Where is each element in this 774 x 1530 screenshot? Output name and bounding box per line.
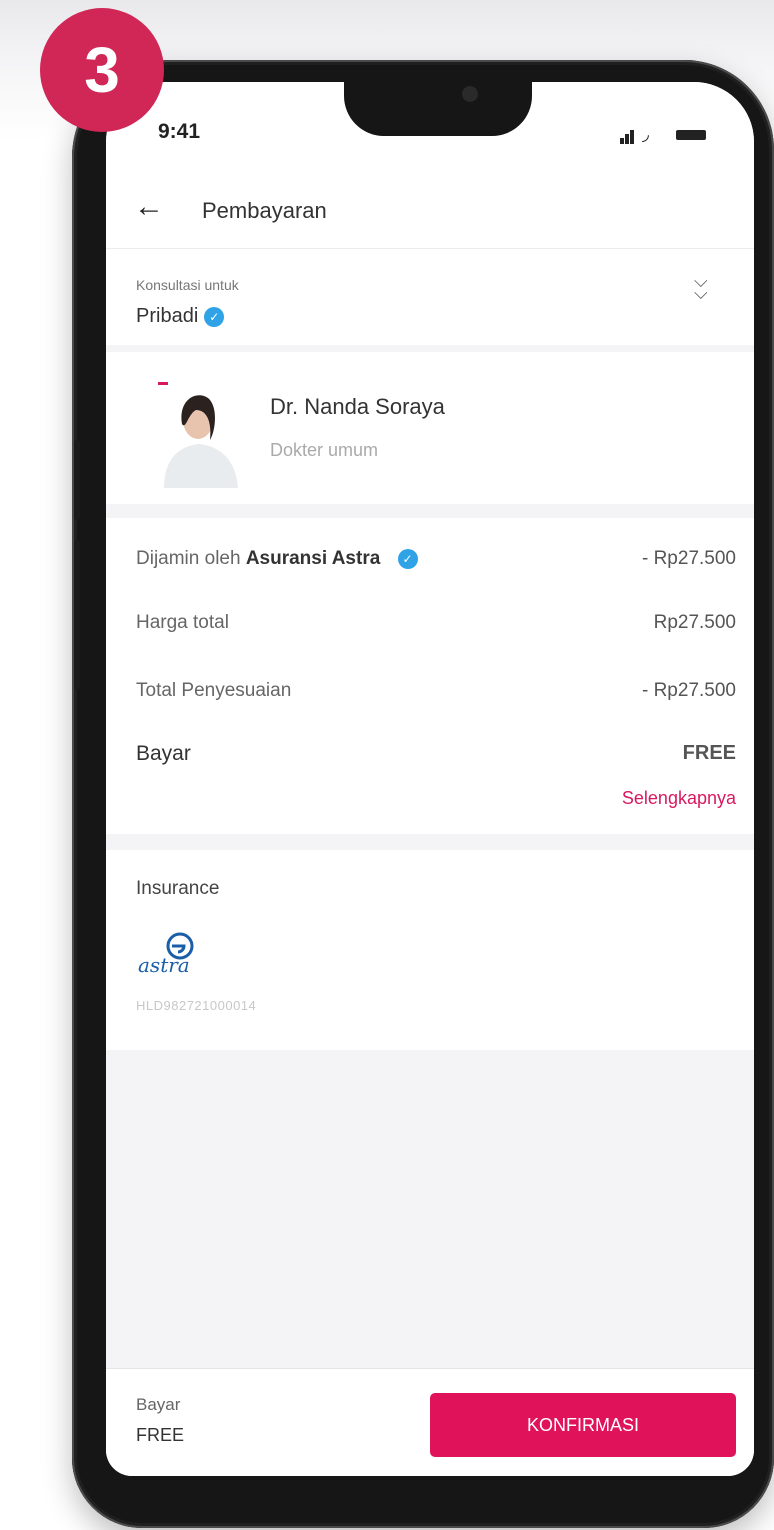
back-arrow-icon[interactable]: ← [134,192,164,222]
chevron-down-icon[interactable]: ⌵ ⌵ [694,272,708,302]
page-title: Pembayaran [202,198,327,223]
adjustment-row: Total Penyesuaian - Rp27.500 [136,680,736,710]
doctor-specialty: Dokter umum [270,440,379,460]
guarantee-prefix: Dijamin oleh [136,548,246,569]
pay-row: Bayar FREE [136,742,736,772]
doctor-card: Dr. Nanda Soraya Dokter umum [106,352,754,504]
consultation-for-selector[interactable]: Konsultasi untuk Pribadi ✓ ⌵ ⌵ [106,248,754,345]
insurance-policy-number: HLD982721000014 [136,998,257,1013]
phone-side-button [74,440,80,520]
insurance-section: Insurance astra HLD982721000014 [106,850,754,1050]
total-price-row: Harga total Rp27.500 [136,612,736,642]
consultation-for-label: Konsultasi untuk [136,277,239,293]
doctor-avatar [156,380,242,488]
battery-icon [676,130,706,140]
phone-side-button [74,540,80,690]
adjustment-value: - Rp27.500 [641,680,736,701]
astra-logo-text: astra [138,953,190,977]
doctor-name: Dr. Nanda Soraya [270,394,445,419]
status-time: 9:41 [158,120,201,143]
footer-pay-value: FREE [136,1425,185,1445]
guarantee-insurer: Asuransi Astra [245,548,381,569]
phone-screen: 9:41 ◞ ← Pembayaran Konsultasi untuk Pri… [106,82,754,1476]
wifi-icon: ◞ [642,124,649,144]
pricing-summary: Dijamin oleh Asuransi Astra ✓ - Rp27.500… [106,518,754,834]
verified-check-icon: ✓ [397,548,418,569]
astra-logo: astra [138,932,194,977]
footer-pay-label: Bayar [136,1395,181,1414]
consultation-for-value: Pribadi ✓ [136,305,225,328]
pay-value: FREE [682,742,736,764]
app-header: ← Pembayaran [106,162,754,248]
bottom-bar: Bayar FREE KONFIRMASI [106,1368,754,1476]
step-badge: 3 [40,8,164,132]
total-price-value: Rp27.500 [653,612,736,633]
confirm-button[interactable]: KONFIRMASI [430,1393,736,1457]
pay-label: Bayar [136,742,191,765]
verified-check-icon: ✓ [204,306,225,327]
status-icons: ◞ [620,124,730,144]
guarantee-amount: - Rp27.500 [641,548,736,569]
guarantee-row: Dijamin oleh Asuransi Astra ✓ - Rp27.500 [136,548,736,578]
phone-notch [344,82,532,136]
total-price-label: Harga total [136,612,229,633]
see-more-link[interactable]: Selengkapnya [622,788,736,809]
consultation-for-text: Pribadi [136,305,199,327]
adjustment-label: Total Penyesuaian [136,680,292,701]
camera-icon [462,86,478,102]
insurance-title: Insurance [136,878,220,899]
